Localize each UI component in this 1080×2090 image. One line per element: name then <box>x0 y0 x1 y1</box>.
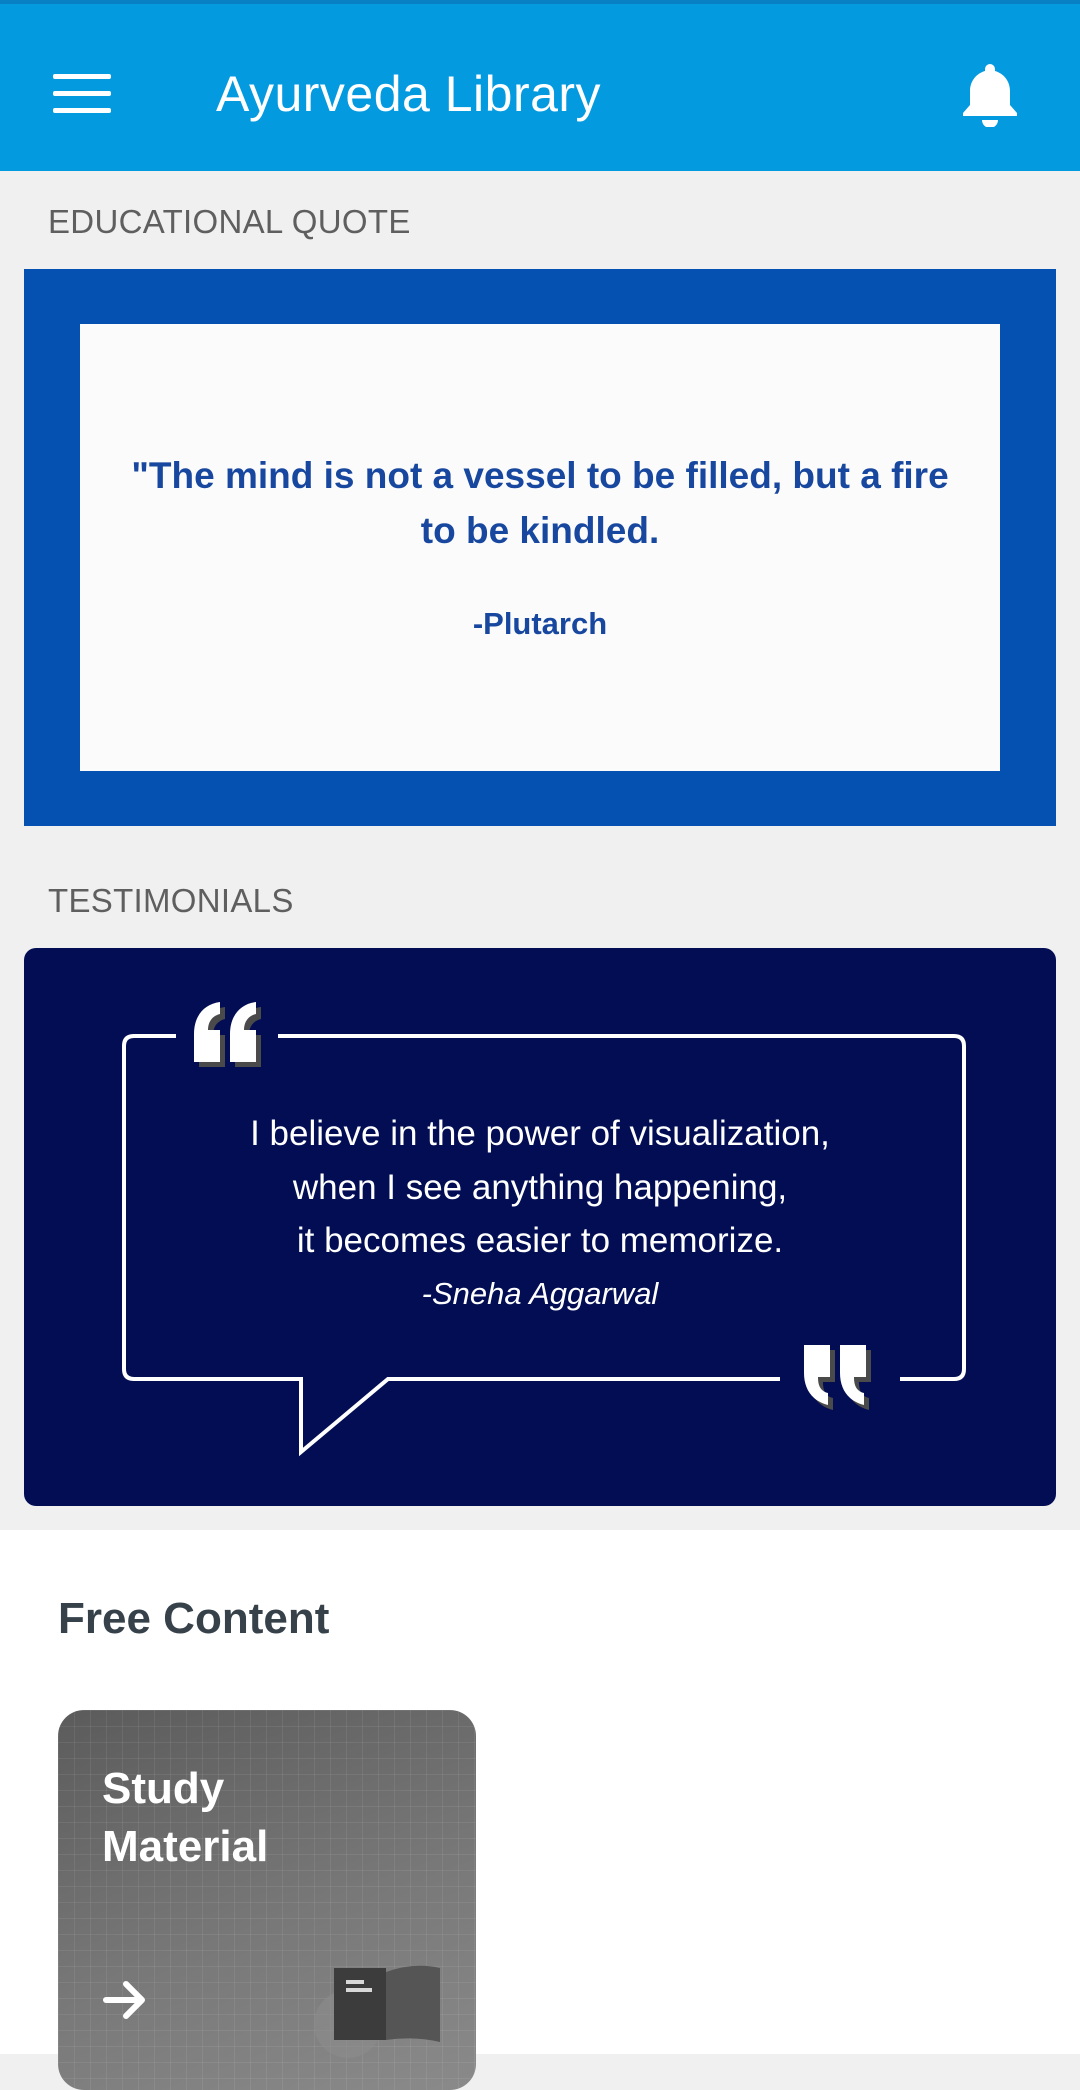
free-content-section: Free Content Study Material <box>0 1530 1080 2090</box>
quote-panel: "The mind is not a vessel to be filled, … <box>80 324 1000 771</box>
testimonial-author: -Sneha Aggarwal <box>421 1276 659 1311</box>
educational-quote-card[interactable]: "The mind is not a vessel to be filled, … <box>24 269 1056 826</box>
testimonial-line-1: I believe in the power of visualization, <box>250 1114 830 1153</box>
educational-quote-label: EDUCATIONAL QUOTE <box>48 203 411 240</box>
study-material-card[interactable]: Study Material <box>58 1710 476 2090</box>
quote-author: -Plutarch <box>472 606 608 641</box>
quote-text: "The mind is not a vessel to be filled, … <box>131 455 949 551</box>
study-material-title: Study Material <box>102 1764 269 1871</box>
app-bar: Ayurveda Library <box>0 0 1080 171</box>
menu-button[interactable] <box>40 54 124 134</box>
free-content-title: Free Content <box>58 1594 330 1643</box>
arrow-right-icon <box>103 1981 145 2019</box>
open-quote-icon <box>194 1002 261 1067</box>
close-quote-icon <box>804 1345 871 1410</box>
app-title: Ayurveda Library <box>216 66 602 122</box>
bell-icon <box>963 64 1017 127</box>
testimonial-line-2: when I see anything happening, <box>292 1168 788 1207</box>
testimonial-card[interactable]: I believe in the power of visualization,… <box>24 948 1056 1506</box>
hamburger-menu-icon <box>53 74 111 113</box>
book-icon <box>314 1965 440 2058</box>
testimonials-label: TESTIMONIALS <box>48 882 294 919</box>
testimonial-line-3: it becomes easier to memorize. <box>296 1221 784 1260</box>
notifications-button[interactable] <box>950 52 1030 136</box>
